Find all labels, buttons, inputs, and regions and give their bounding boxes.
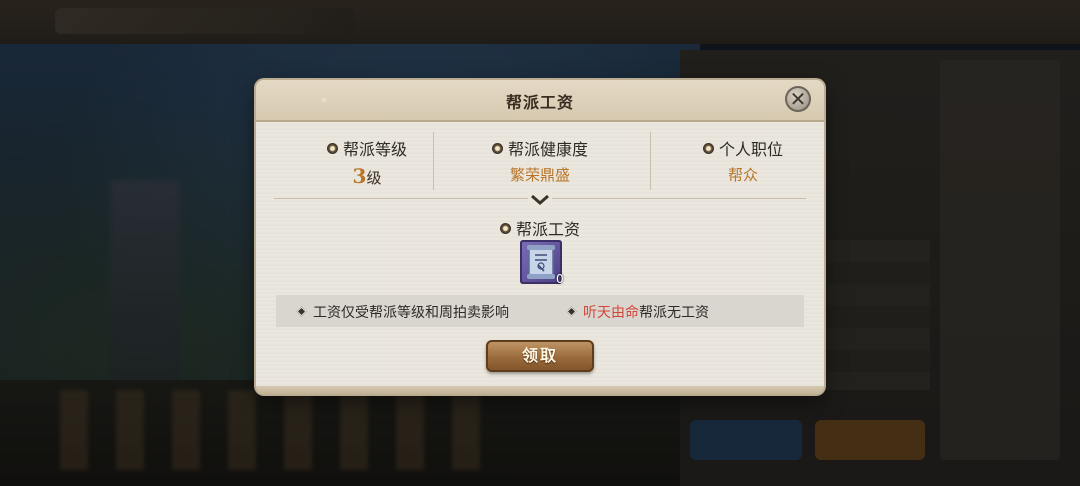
dialog-header: 帮派工资 ✕ xyxy=(256,80,824,122)
guild-level-stat: 帮派等级 3级 xyxy=(302,136,432,188)
divider xyxy=(650,132,651,190)
guild-level-value: 3 xyxy=(352,164,367,188)
bullet-icon xyxy=(702,143,714,154)
info-notes-bar: 工资仅受帮派等级和周拍卖影响 听天由命帮派无工资 xyxy=(276,295,804,327)
bullet-icon xyxy=(491,143,503,154)
diamond-bullet-icon xyxy=(296,306,307,316)
personal-position-stat: 个人职位 帮众 xyxy=(678,136,808,185)
note-no-salary: 听天由命帮派无工资 xyxy=(566,302,709,322)
guild-health-value: 繁荣鼎盛 xyxy=(509,166,570,184)
close-button[interactable]: ✕ xyxy=(785,86,811,112)
claim-button[interactable]: 领取 xyxy=(486,340,594,372)
dialog-body: 帮派等级 3级 帮派健康度 繁荣鼎盛 个人职位 帮众 帮派工资 0 工资仅受帮派… xyxy=(256,122,824,386)
bullet-icon xyxy=(499,223,511,234)
note-highlight: 听天由命 xyxy=(583,305,639,321)
guild-health-stat: 帮派健康度 繁荣鼎盛 xyxy=(470,136,610,185)
chevron-down-icon xyxy=(528,192,552,208)
guild-level-unit: 级 xyxy=(366,169,382,187)
dialog-footer-border xyxy=(256,386,824,394)
guild-level-label: 帮派等级 xyxy=(342,140,407,159)
personal-position-value: 帮众 xyxy=(727,166,758,184)
salary-item-count: 0 xyxy=(556,272,564,286)
diamond-bullet-icon xyxy=(566,306,577,316)
dialog-title: 帮派工资 xyxy=(505,93,574,112)
salary-section-title: 帮派工资 xyxy=(256,216,824,240)
guild-health-label: 帮派健康度 xyxy=(507,140,588,159)
note-salary-factors: 工资仅受帮派等级和周拍卖影响 xyxy=(296,302,509,322)
bullet-icon xyxy=(326,143,338,154)
divider xyxy=(433,132,434,190)
guild-salary-dialog: 帮派工资 ✕ 帮派等级 3级 帮派健康度 繁荣鼎盛 个人职位 帮众 帮派工资 0… xyxy=(256,80,824,394)
game-screen: 帮派工资 ✕ 帮派等级 3级 帮派健康度 繁荣鼎盛 个人职位 帮众 帮派工资 0… xyxy=(0,0,1080,486)
salary-label: 帮派工资 xyxy=(515,220,580,239)
personal-position-label: 个人职位 xyxy=(718,140,783,159)
close-icon: ✕ xyxy=(789,87,807,111)
